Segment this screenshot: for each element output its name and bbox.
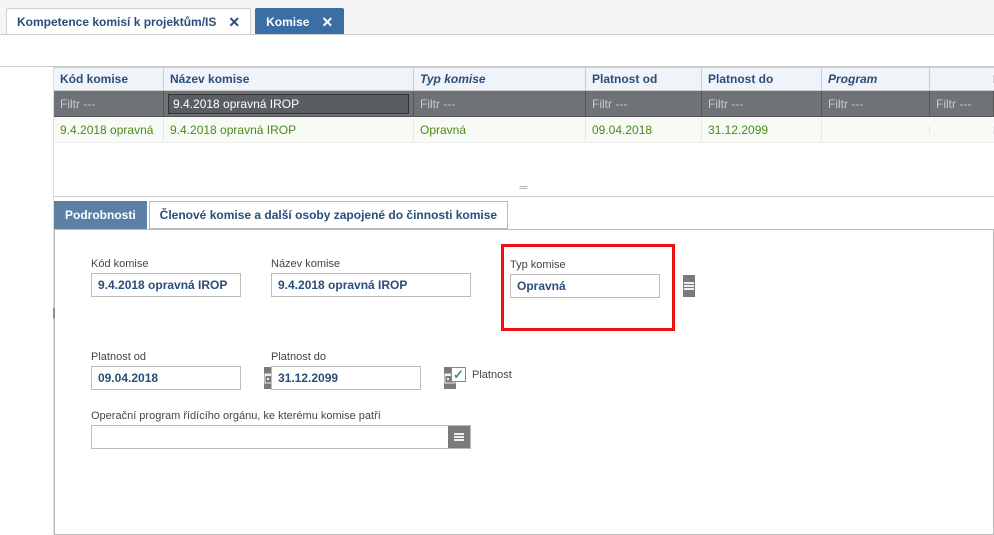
input-kod-komise[interactable] (91, 273, 241, 297)
cell-platnost-od: 09.04.2018 (586, 119, 702, 141)
tab-clenove[interactable]: Členové komise a další osoby zapojené do… (149, 201, 508, 229)
input-platnost-od[interactable] (92, 367, 264, 389)
lookup-icon[interactable] (448, 426, 470, 448)
lookup-icon[interactable] (683, 275, 695, 297)
filter-kod[interactable] (60, 95, 157, 113)
close-icon[interactable]: ✕ (321, 15, 333, 29)
label-typ: Typ komise (510, 259, 660, 271)
col-header-platnost-od[interactable]: Platnost od (586, 68, 702, 90)
table-row[interactable]: 9.4.2018 opravná 9.4.2018 opravná IROP O… (54, 117, 994, 143)
tab-podrobnosti[interactable]: Podrobnosti (54, 201, 147, 229)
filter-platnost-do[interactable] (708, 95, 815, 113)
filter-extra[interactable] (936, 95, 987, 113)
checkbox-platnost[interactable]: ✓ (451, 367, 466, 382)
cell-program (822, 126, 930, 134)
col-header-platnost-do[interactable]: Platnost do (702, 68, 822, 90)
filter-nazev[interactable] (168, 94, 409, 114)
toolbar-area (0, 35, 994, 67)
cell-platnost-do: 31.12.2099 (702, 119, 822, 141)
col-header-typ[interactable]: Typ komise (414, 68, 586, 90)
left-panel-collapsed: || (0, 67, 54, 535)
filter-typ[interactable] (420, 95, 579, 113)
grid-empty-area: ═ (54, 143, 994, 197)
komise-grid: Kód komise Název komise Typ komise Platn… (54, 67, 994, 143)
picker-typ-komise[interactable] (510, 274, 660, 298)
filter-program[interactable] (828, 95, 923, 113)
picker-platnost-do[interactable] (271, 366, 421, 390)
filter-platnost-od[interactable] (592, 95, 695, 113)
detail-form: Kód komise Název komise Typ komise (54, 229, 994, 535)
col-header-program[interactable]: Program (822, 68, 930, 90)
input-nazev-komise[interactable] (271, 273, 471, 297)
col-header-nazev[interactable]: Název komise (164, 68, 414, 90)
window-tabs: Kompetence komisí k projektům/IS ✕ Komis… (0, 0, 994, 34)
splitter-horizontal[interactable]: ═ (520, 182, 529, 194)
cell-kod: 9.4.2018 opravná (54, 119, 164, 141)
cell-extra (930, 126, 994, 134)
tab-komise[interactable]: Komise ✕ (255, 8, 344, 34)
input-platnost-do[interactable] (272, 367, 444, 389)
input-typ-komise[interactable] (511, 275, 683, 297)
highlight-typ-komise: Typ komise (501, 244, 675, 331)
splitter-handle[interactable]: || (50, 301, 56, 325)
cell-nazev: 9.4.2018 opravná IROP (164, 119, 414, 141)
tab-kompetence[interactable]: Kompetence komisí k projektům/IS ✕ (6, 8, 251, 34)
tab-label: Kompetence komisí k projektům/IS (17, 15, 216, 29)
label-platnost-od: Platnost od (91, 351, 241, 363)
detail-tabs: Podrobnosti Členové komise a další osoby… (54, 197, 994, 229)
label-platnost-do: Platnost do (271, 351, 421, 363)
grid-filter-row (54, 91, 994, 117)
picker-platnost-od[interactable] (91, 366, 241, 390)
grid-header-row: Kód komise Název komise Typ komise Platn… (54, 67, 994, 91)
label-program: Operační program řídícího orgánu, ke kte… (91, 410, 471, 422)
input-program[interactable] (92, 426, 448, 448)
label-kod: Kód komise (91, 258, 241, 270)
tab-label: Komise (266, 15, 309, 29)
col-header-kod[interactable]: Kód komise (54, 68, 164, 90)
label-nazev: Název komise (271, 258, 471, 270)
cell-typ: Opravná (414, 119, 586, 141)
label-platnost-checkbox: Platnost (472, 369, 512, 381)
close-icon[interactable]: ✕ (228, 15, 240, 29)
picker-program[interactable] (91, 425, 471, 449)
col-header-extra[interactable] (930, 75, 994, 83)
